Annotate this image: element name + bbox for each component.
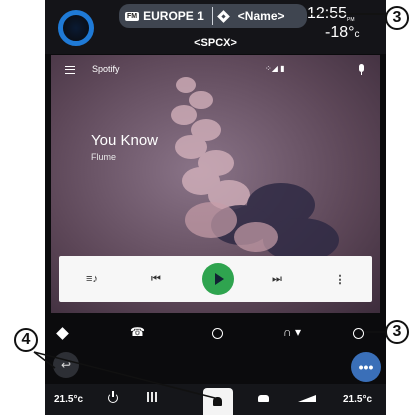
route-name-label: <Name> (237, 9, 285, 23)
car-icon[interactable] (258, 395, 269, 402)
headphones-icon[interactable]: ∩ ▾ (283, 325, 301, 339)
passenger-temperature[interactable]: 21.5°c (343, 394, 372, 405)
next-track-icon[interactable]: ⏭ (267, 256, 287, 302)
previous-track-icon[interactable]: ⏮ (146, 256, 166, 302)
track-artist: Flume (91, 152, 117, 162)
navigation-diamond-icon (216, 9, 230, 23)
spotify-player-card: Spotify ⁘◢ ▮ You Know Flume ≡♪ ⏮ ⏭ ⋮ (51, 55, 380, 313)
spotify-header: Spotify ⁘◢ ▮ (51, 63, 380, 83)
signal-battery-icon: ⁘◢ ▮ (265, 64, 285, 73)
callout-4: 4 (14, 328, 38, 352)
callout-3-top: 3 (385, 6, 409, 30)
radio-nav-widget[interactable]: FM EUROPE 1 <Name> (119, 4, 307, 28)
overflow-menu-button[interactable]: ••• (351, 352, 381, 382)
play-button[interactable] (202, 263, 234, 295)
power-icon[interactable] (108, 391, 118, 403)
radio-station-label: EUROPE 1 (143, 9, 204, 23)
status-bar: FM EUROPE 1 <Name> 12:55PM -18°c <SPCX> (45, 0, 386, 54)
playback-controls: ≡♪ ⏮ ⏭ ⋮ (59, 256, 372, 302)
clock: 12:55PM (307, 5, 355, 23)
home-icon[interactable] (212, 328, 223, 339)
exit-android-auto-icon[interactable] (353, 328, 364, 339)
connected-device-label: <SPCX> (194, 37, 237, 49)
fm-band-badge: FM (125, 11, 140, 21)
queue-icon[interactable]: ≡♪ (82, 256, 102, 302)
driver-temperature[interactable]: 21.5°c (54, 394, 83, 405)
more-options-icon[interactable]: ⋮ (330, 256, 350, 302)
vehicle-control-bar: 21.5°c 21.5°c (45, 384, 386, 415)
callout-3-bottom: 3 (385, 320, 409, 344)
microphone-icon[interactable] (359, 64, 364, 75)
widget-divider (211, 7, 213, 25)
android-auto-nav-bar: ☎ ∩ ▾ (45, 320, 386, 346)
app-name: Spotify (92, 64, 120, 74)
track-title: You Know (91, 132, 159, 149)
head-unit-screen: FM EUROPE 1 <Name> 12:55PM -18°c <SPCX> (45, 0, 386, 415)
notifications-tab[interactable] (203, 388, 233, 415)
menu-icon[interactable] (65, 66, 75, 74)
back-button[interactable]: ↩ (53, 352, 79, 378)
play-icon (215, 273, 224, 285)
apps-grid-icon[interactable] (147, 392, 159, 402)
bell-icon (213, 397, 222, 406)
navigation-icon[interactable] (56, 327, 69, 340)
fan-speed-icon[interactable] (298, 395, 316, 402)
phone-icon[interactable]: ☎ (130, 325, 145, 339)
